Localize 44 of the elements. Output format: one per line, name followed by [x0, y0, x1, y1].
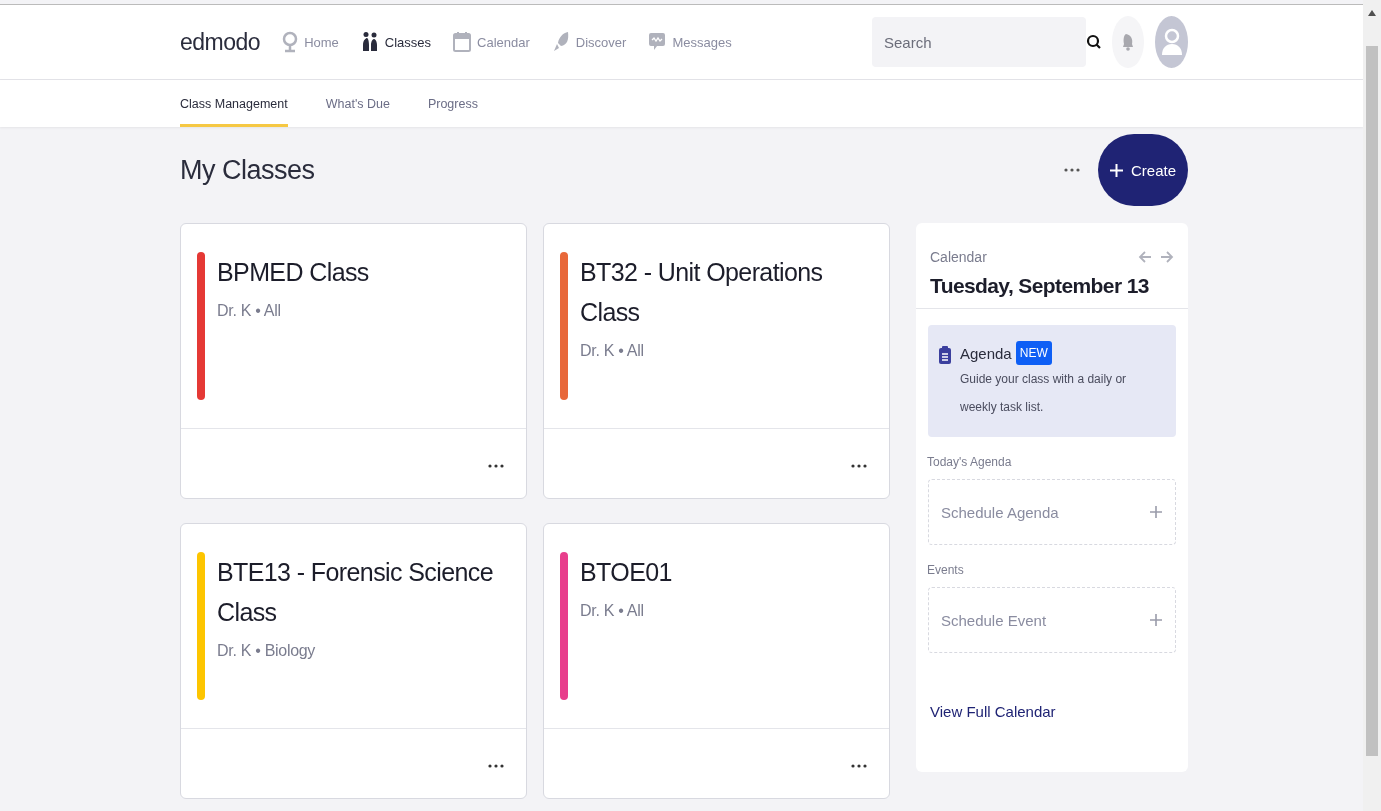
class-card[interactable]: BTOE01 Dr. K • All — [543, 523, 890, 799]
promo-title: Agenda — [960, 344, 1012, 362]
new-badge: NEW — [1015, 341, 1052, 365]
more-icon — [488, 464, 504, 468]
logo[interactable]: edmodo — [180, 28, 261, 56]
promo-text: Guide your class with a daily or weekly task list. — [960, 371, 1128, 416]
scrollbar-thumb[interactable] — [1366, 46, 1378, 756]
class-card[interactable]: BTE13 - Forensic Science Class Dr. K • Biology — [180, 523, 527, 799]
more-icon — [1064, 168, 1080, 172]
calendar-label: Calendar — [930, 249, 987, 265]
calendar-date: Tuesday, September 13 — [930, 274, 1150, 298]
class-meta: Dr. K • All — [580, 602, 645, 620]
calendar-icon — [453, 31, 472, 53]
nav-item[interactable]: Classes — [360, 31, 432, 53]
globe-icon — [282, 31, 299, 53]
tab[interactable]: Progress — [427, 80, 478, 127]
tab[interactable]: Class Management — [180, 80, 288, 127]
plus-icon — [1110, 163, 1123, 177]
scroll-up-icon[interactable] — [1368, 10, 1376, 16]
clipboard-icon — [938, 345, 952, 365]
class-card[interactable]: BT32 - Unit Operations Class Dr. K • All — [543, 223, 890, 499]
class-card[interactable]: BPMED Class Dr. K • All — [180, 223, 527, 499]
tab[interactable]: What's Due — [325, 80, 390, 127]
more-icon — [488, 764, 504, 768]
class-meta: Dr. K • All — [217, 302, 282, 320]
person-icon — [1159, 27, 1184, 57]
more-icon — [851, 464, 867, 468]
plus-icon — [1149, 505, 1163, 519]
search-icon — [1086, 34, 1102, 50]
class-name: BPMED Class — [217, 257, 369, 288]
more-icon — [851, 764, 867, 768]
classes-icon — [360, 31, 379, 53]
section-heading: Today's Agenda — [927, 455, 1013, 469]
class-name: BT32 - Unit Operations Class — [580, 257, 824, 328]
section-heading: Events — [927, 563, 965, 577]
bell-icon — [1122, 33, 1134, 51]
class-name: BTOE01 — [580, 557, 672, 588]
plus-icon — [1149, 613, 1163, 627]
class-name: BTE13 - Forensic Science Class — [217, 557, 494, 628]
create-button[interactable]: Create — [1098, 134, 1188, 206]
view-calendar-link[interactable]: View Full Calendar — [930, 703, 1174, 720]
class-meta: Dr. K • Biology — [217, 642, 317, 660]
page-title: My Classes — [180, 154, 315, 186]
class-meta: Dr. K • All — [580, 342, 645, 360]
